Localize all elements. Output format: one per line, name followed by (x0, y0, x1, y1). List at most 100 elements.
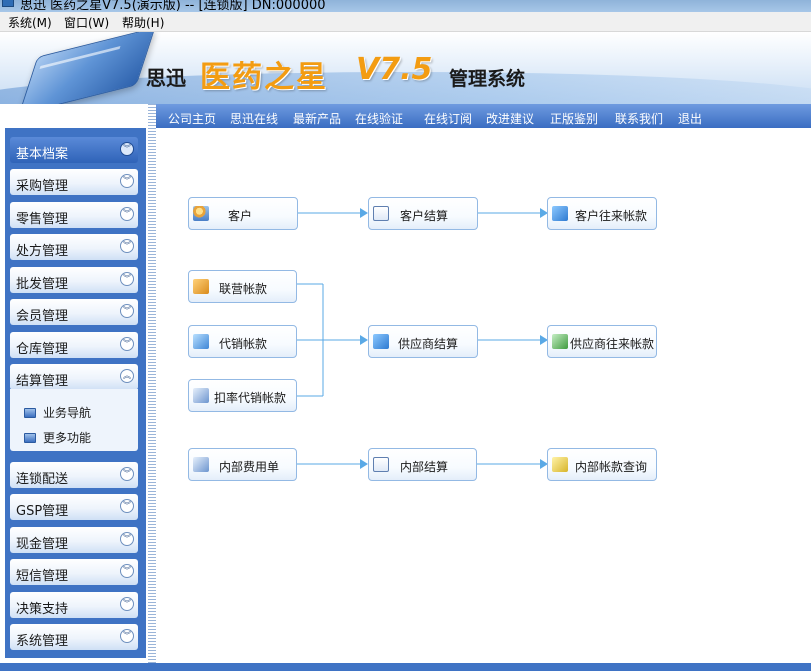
sidebar-item-system[interactable]: 系统管理 ︾ (10, 624, 138, 650)
banner-brand: 思迅 (146, 66, 186, 90)
flow-label: 代销帐款 (219, 337, 268, 351)
submenu-label: 业务导航 (43, 406, 92, 420)
menu-system[interactable]: 系统(M) (8, 14, 52, 31)
sidebar-item-label: 处方管理 (16, 244, 69, 259)
app-icon (2, 0, 14, 7)
top-nav-bar: 公司主页 思迅在线 最新产品 在线验证 在线订阅 改进建议 正版鉴别 联系我们 … (156, 104, 811, 128)
monitor-icon (193, 457, 209, 472)
flow-joint-account[interactable]: 联营帐款 (188, 270, 297, 303)
nav-latest-products[interactable]: 最新产品 (293, 110, 341, 127)
nav-suggestions[interactable]: 改进建议 (486, 110, 534, 127)
submenu-business-nav[interactable]: 业务导航 (24, 404, 91, 421)
yuan-icon (552, 457, 568, 472)
sidebar-item-label: 结算管理 (16, 374, 69, 389)
menu-help[interactable]: 帮助(H) (122, 14, 164, 31)
flow-customer[interactable]: 客户 (188, 197, 298, 230)
flow-internal-account-query[interactable]: 内部帐款查询 (547, 448, 657, 481)
sidebar-item-label: 短信管理 (16, 569, 69, 584)
flow-label: 内部结算 (400, 460, 449, 474)
flow-label: 客户 (228, 209, 253, 223)
banner-product-name: 医药之星 (200, 60, 328, 95)
invoice-icon (373, 457, 389, 472)
sidebar-item-wholesale[interactable]: 批发管理 ︾ (10, 267, 138, 293)
chevron-down-icon: ︾ (120, 337, 134, 351)
flow-label: 供应商往来帐款 (570, 337, 655, 351)
chevron-down-icon: ︾ (120, 272, 134, 286)
submenu-label: 更多功能 (43, 431, 92, 445)
sidebar-item-label: 现金管理 (16, 537, 69, 552)
invoice-icon (373, 206, 389, 221)
banner-version: V7.5 (356, 52, 433, 87)
sidebar-item-retail[interactable]: 零售管理 ︾ (10, 202, 138, 228)
customer-icon (193, 206, 209, 221)
nav-genuine-check[interactable]: 正版鉴别 (550, 110, 598, 127)
flow-supplier-settlement[interactable]: 供应商结算 (368, 325, 478, 358)
chevron-down-icon: ︾ (120, 499, 134, 513)
nav-sixun-online[interactable]: 思迅在线 (230, 110, 278, 127)
books-icon (193, 334, 209, 349)
nav-exit[interactable]: 退出 (678, 110, 702, 127)
sidebar-item-cash[interactable]: 现金管理 ︾ (10, 527, 138, 553)
flow-internal-settlement[interactable]: 内部结算 (368, 448, 477, 481)
arrow-head (360, 335, 368, 345)
sidebar-item-warehouse[interactable]: 仓库管理 ︾ (10, 332, 138, 358)
flow-discount-consignment-account[interactable]: 扣率代销帐款 (188, 379, 297, 412)
flow-customer-account[interactable]: 客户往来帐款 (547, 197, 657, 230)
nav-company-home[interactable]: 公司主页 (168, 110, 216, 127)
chevron-down-icon: ︾ (120, 239, 134, 253)
sidebar-item-gsp[interactable]: GSP管理 ︾ (10, 494, 138, 520)
sidebar-item-label: 采购管理 (16, 179, 69, 194)
chevron-down-icon: ︾ (120, 207, 134, 221)
flow-label: 供应商结算 (398, 337, 459, 351)
chevron-down-icon: ︾ (120, 142, 134, 156)
sidebar-item-decision[interactable]: 决策支持 ︾ (10, 592, 138, 618)
sidebar-item-membership[interactable]: 会员管理 ︾ (10, 299, 138, 325)
flow-customer-settlement[interactable]: 客户结算 (368, 197, 478, 230)
nav-online-verify[interactable]: 在线验证 (355, 110, 403, 127)
sidebar-item-settlement[interactable]: 结算管理 ︽ (10, 364, 138, 390)
sidebar-item-purchase[interactable]: 采购管理 ︾ (10, 169, 138, 195)
window-titlebar: 思迅 医药之星V7.5(演示版) -- [连锁版] DN:000000 (0, 0, 811, 12)
sidebar-item-label: 决策支持 (16, 602, 69, 617)
nav-contact-us[interactable]: 联系我们 (615, 110, 663, 127)
flow-label: 扣率代销帐款 (214, 391, 287, 405)
sidebar-item-label: GSP管理 (16, 504, 69, 519)
sidebar-item-label: 系统管理 (16, 634, 69, 649)
sidebar-item-chain-delivery[interactable]: 连锁配送 ︾ (10, 462, 138, 488)
exchange-icon (373, 334, 389, 349)
arrow-head (360, 208, 368, 218)
chevron-down-icon: ︾ (120, 564, 134, 578)
panel-splitter[interactable] (148, 104, 156, 667)
chevron-down-icon: ︾ (120, 304, 134, 318)
chevron-down-icon: ︾ (120, 597, 134, 611)
sidebar-item-label: 仓库管理 (16, 342, 69, 357)
menu-window[interactable]: 窗口(W) (64, 14, 109, 31)
sidebar-item-label: 批发管理 (16, 277, 69, 292)
sidebar-item-label: 零售管理 (16, 212, 69, 227)
chevron-up-icon: ︽ (120, 369, 134, 383)
sidebar-item-basic-files[interactable]: 基本档案 ︾ (10, 137, 138, 163)
chevron-down-icon: ︾ (120, 467, 134, 481)
monitor-icon (24, 408, 36, 418)
menu-bar: 系统(M) 窗口(W) 帮助(H) (0, 12, 811, 32)
flow-label: 联营帐款 (219, 282, 268, 296)
flow-label: 客户往来帐款 (575, 209, 648, 223)
sidebar-item-prescription[interactable]: 处方管理 ︾ (10, 234, 138, 260)
sidebar-item-sms[interactable]: 短信管理 ︾ (10, 559, 138, 585)
document-icon (193, 388, 209, 403)
flow-supplier-account[interactable]: 供应商往来帐款 (547, 325, 657, 358)
window-title: 思迅 医药之星V7.5(演示版) -- [连锁版] DN:000000 (20, 0, 326, 12)
flow-internal-expense[interactable]: 内部费用单 (188, 448, 297, 481)
flow-label: 内部费用单 (219, 460, 280, 474)
nav-online-subscribe[interactable]: 在线订阅 (424, 110, 472, 127)
transfer-icon (552, 206, 568, 221)
chevron-down-icon: ︾ (120, 174, 134, 188)
sidebar: 基本档案 ︾ 采购管理 ︾ 零售管理 ︾ 处方管理 ︾ 批发管理 ︾ 会员管理 … (0, 104, 150, 671)
flow-label: 内部帐款查询 (575, 460, 648, 474)
package-icon (193, 279, 209, 294)
submenu-more-functions[interactable]: 更多功能 (24, 429, 91, 446)
flow-label: 客户结算 (400, 209, 449, 223)
flow-consignment-account[interactable]: 代销帐款 (188, 325, 297, 358)
sidebar-item-label: 连锁配送 (16, 472, 69, 487)
chevron-down-icon: ︾ (120, 629, 134, 643)
